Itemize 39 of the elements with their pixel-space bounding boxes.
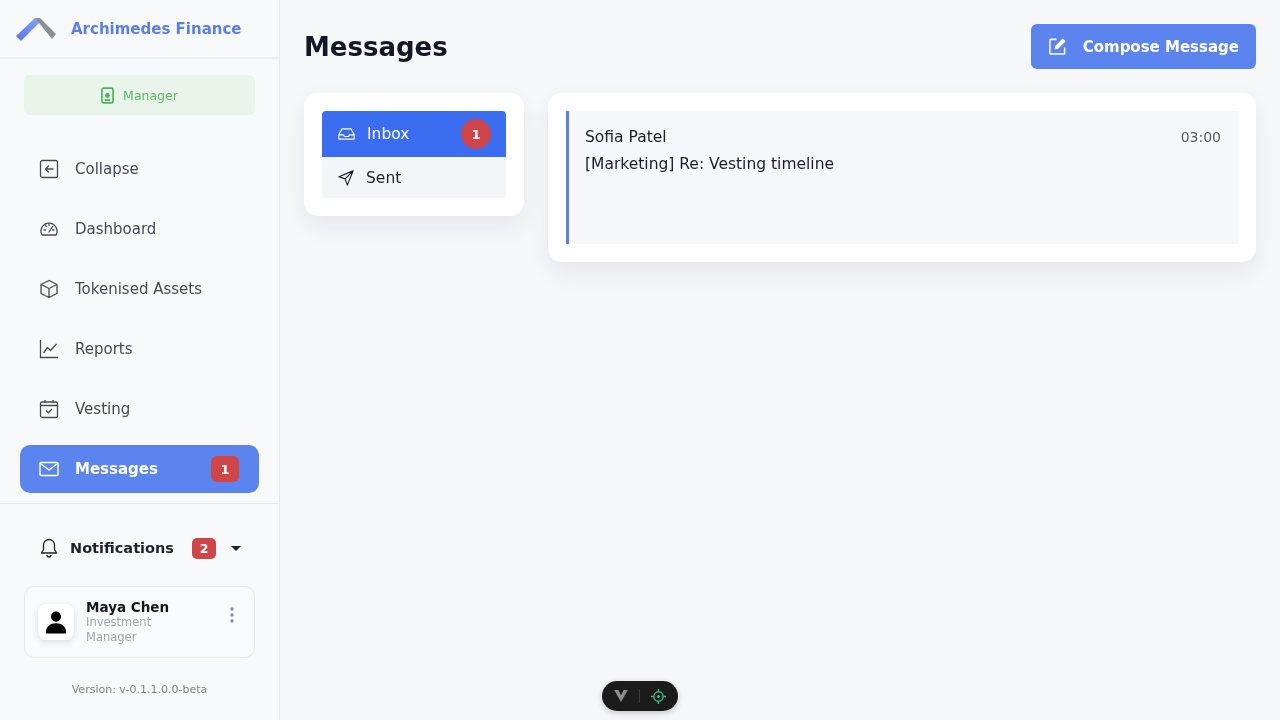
nav-item[interactable]: Collapse <box>20 145 259 193</box>
inbox-tray-icon <box>338 127 355 141</box>
sender-name: Sofia Patel <box>585 128 667 146</box>
caret-down-icon <box>231 545 241 551</box>
bell-icon <box>40 538 58 558</box>
edit-icon <box>1047 37 1067 56</box>
crosshair-icon[interactable] <box>651 688 666 704</box>
user-name: Maya Chen <box>86 599 171 615</box>
v-shape-icon[interactable] <box>614 690 628 702</box>
message-time: 03:00 <box>1180 129 1221 145</box>
folder-tab[interactable]: Inbox 1 <box>322 111 506 157</box>
id-card-icon <box>101 86 115 104</box>
line-chart-icon <box>39 339 59 359</box>
count-badge: 2 <box>192 537 216 559</box>
calendar-check-icon <box>39 399 59 419</box>
avatar-icon <box>38 604 74 640</box>
version-text: Version: v-0.1.1.0.0-beta <box>70 683 209 696</box>
collapse-icon <box>39 159 59 179</box>
role-label: Manager <box>123 87 178 103</box>
compose-button[interactable]: Compose Message <box>1030 24 1256 69</box>
count-badge: 1 <box>211 456 239 482</box>
page-title: Messages <box>304 31 448 62</box>
notifications-button[interactable]: Notifications 2 <box>24 532 255 564</box>
roof-logo-icon <box>16 16 56 41</box>
paper-plane-icon <box>338 169 354 186</box>
message-item[interactable]: Sofia Patel 03:00 [Marketing] Re: Vesting timeline <box>566 111 1238 244</box>
nav-item[interactable]: Tokenised Assets <box>20 265 259 313</box>
folder-tab[interactable]: Sent <box>322 157 506 198</box>
count-badge: 1 <box>461 119 491 149</box>
nav-item[interactable]: Reports <box>20 325 259 373</box>
more-options-icon[interactable] <box>230 607 234 623</box>
message-subject: [Marketing] Re: Vesting timeline <box>585 155 834 173</box>
cube-icon <box>39 279 59 299</box>
nav-item[interactable]: Messages 1 <box>20 445 259 493</box>
user-role: Investment Manager <box>86 615 153 645</box>
envelope-icon <box>39 459 59 479</box>
nav-item[interactable]: Vesting <box>20 385 259 433</box>
brand-name: Archimedes Finance <box>71 19 242 38</box>
nav-item[interactable]: Dashboard <box>20 205 259 253</box>
